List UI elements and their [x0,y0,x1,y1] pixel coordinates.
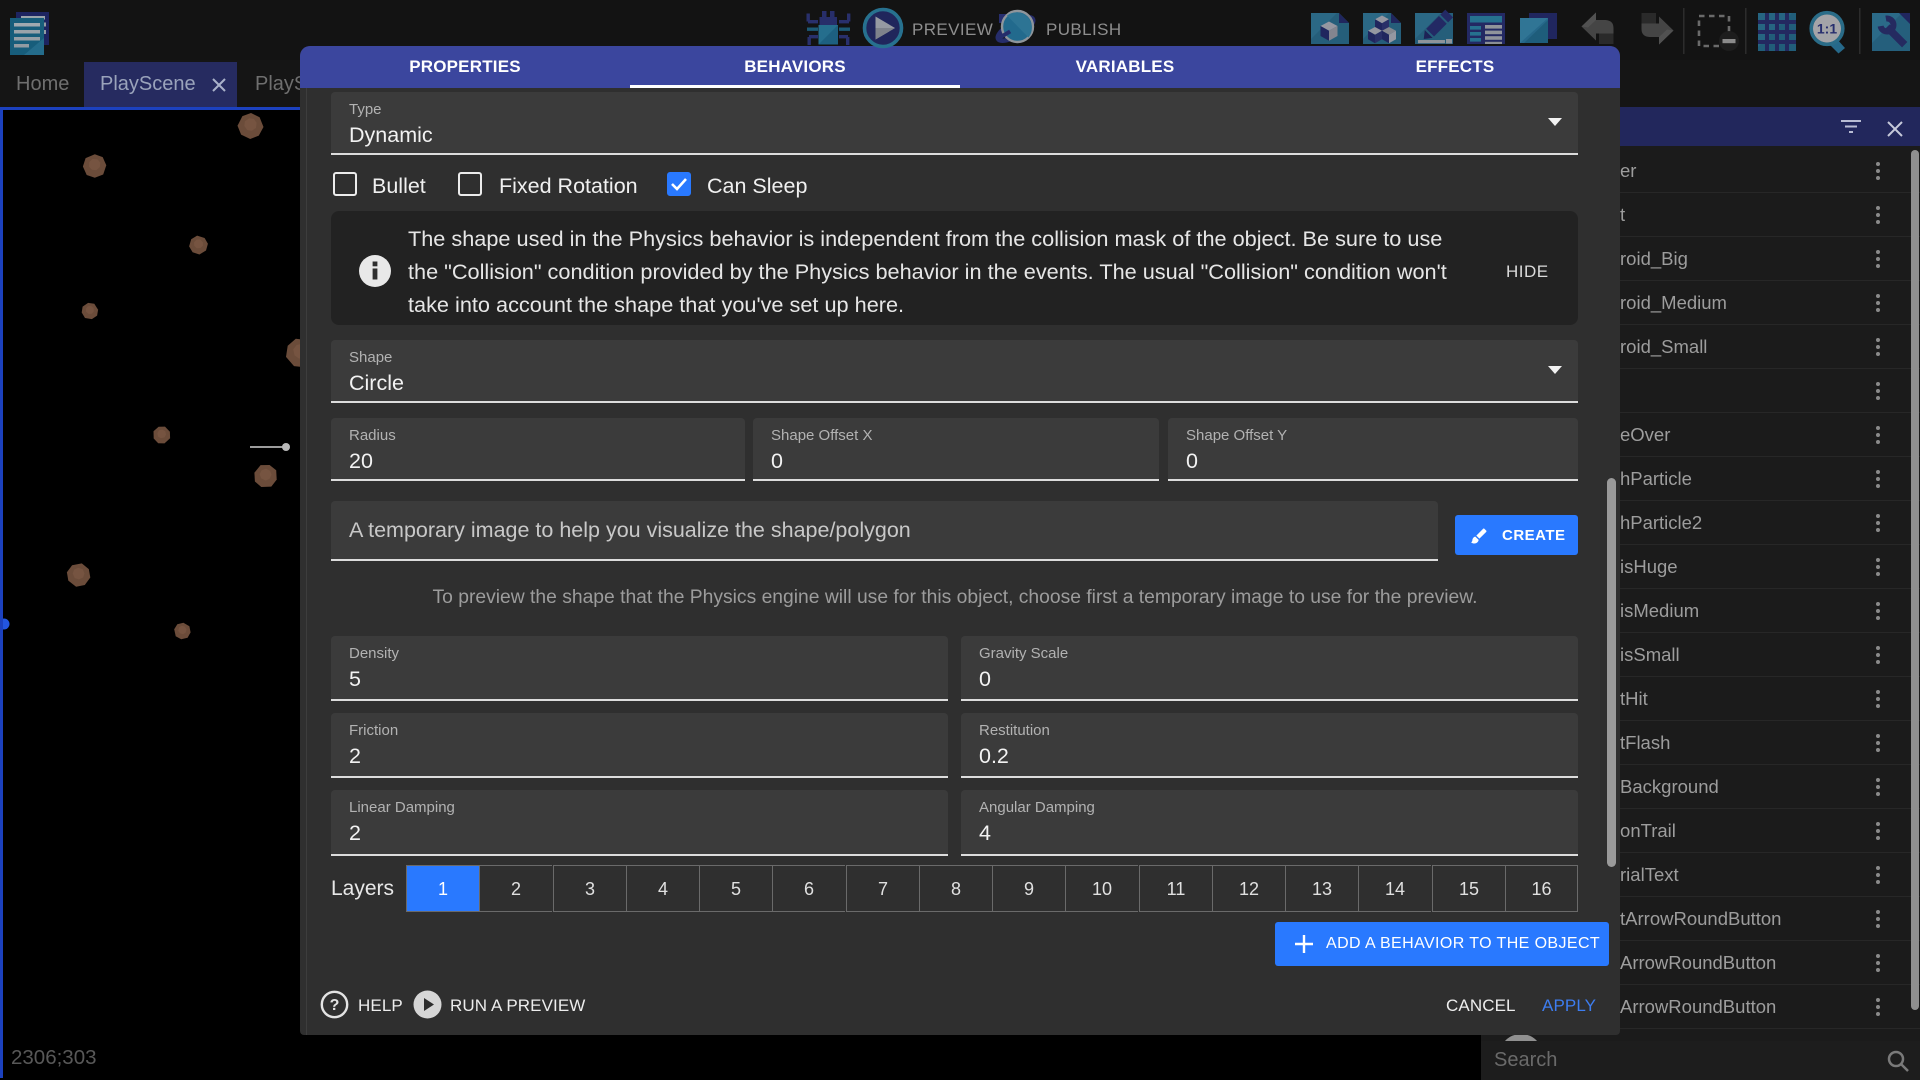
svg-text:1:1: 1:1 [1817,21,1837,37]
svg-text:?: ? [330,997,340,1014]
